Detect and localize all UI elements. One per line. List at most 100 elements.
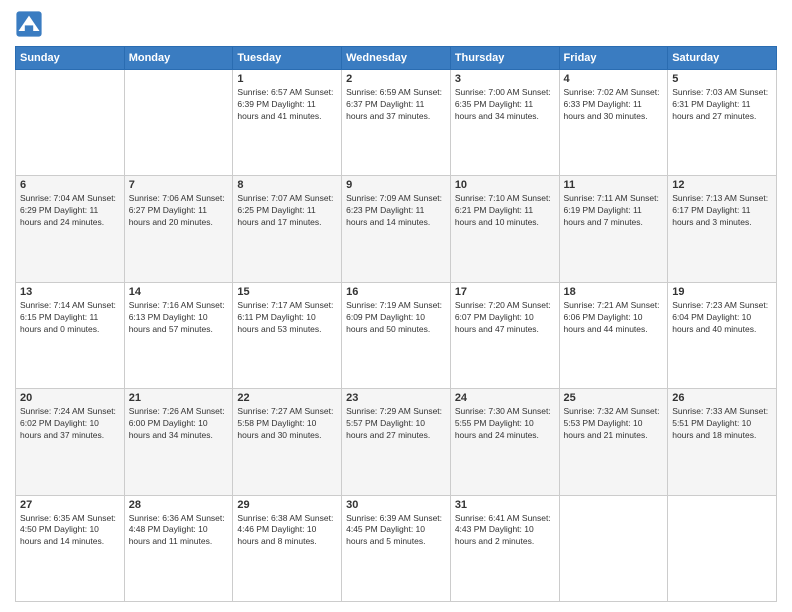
day-of-week-header: Thursday <box>450 47 559 70</box>
day-info: Sunrise: 6:36 AM Sunset: 4:48 PM Dayligh… <box>129 513 229 549</box>
day-number: 26 <box>672 392 772 404</box>
day-of-week-header: Tuesday <box>233 47 342 70</box>
calendar-cell: 12 Sunrise: 7:13 AM Sunset: 6:17 PM Dayli… <box>668 176 777 282</box>
day-number: 1 <box>237 73 337 85</box>
logo-icon <box>15 10 43 38</box>
calendar-cell: 13 Sunrise: 7:14 AM Sunset: 6:15 PM Dayli… <box>16 282 125 388</box>
day-number: 30 <box>346 499 446 511</box>
day-number: 29 <box>237 499 337 511</box>
day-info: Sunrise: 7:16 AM Sunset: 6:13 PM Dayligh… <box>129 300 229 336</box>
calendar-week-row: 6 Sunrise: 7:04 AM Sunset: 6:29 PM Daylig… <box>16 176 777 282</box>
calendar-header-row: SundayMondayTuesdayWednesdayThursdayFrid… <box>16 47 777 70</box>
calendar-week-row: 27 Sunrise: 6:35 AM Sunset: 4:50 PM Dayli… <box>16 495 777 601</box>
calendar-cell: 22 Sunrise: 7:27 AM Sunset: 5:58 PM Dayli… <box>233 389 342 495</box>
calendar-cell <box>124 70 233 176</box>
day-info: Sunrise: 7:04 AM Sunset: 6:29 PM Dayligh… <box>20 193 120 229</box>
day-info: Sunrise: 7:17 AM Sunset: 6:11 PM Dayligh… <box>237 300 337 336</box>
calendar-cell: 27 Sunrise: 6:35 AM Sunset: 4:50 PM Dayli… <box>16 495 125 601</box>
day-of-week-header: Saturday <box>668 47 777 70</box>
day-number: 10 <box>455 179 555 191</box>
day-info: Sunrise: 7:30 AM Sunset: 5:55 PM Dayligh… <box>455 406 555 442</box>
calendar-cell <box>16 70 125 176</box>
calendar-week-row: 13 Sunrise: 7:14 AM Sunset: 6:15 PM Dayli… <box>16 282 777 388</box>
calendar-cell: 9 Sunrise: 7:09 AM Sunset: 6:23 PM Daylig… <box>342 176 451 282</box>
day-info: Sunrise: 6:57 AM Sunset: 6:39 PM Dayligh… <box>237 87 337 123</box>
calendar: SundayMondayTuesdayWednesdayThursdayFrid… <box>15 46 777 602</box>
day-info: Sunrise: 7:21 AM Sunset: 6:06 PM Dayligh… <box>564 300 664 336</box>
day-number: 12 <box>672 179 772 191</box>
day-number: 23 <box>346 392 446 404</box>
calendar-cell: 4Sunrise: 7:02 AM Sunset: 6:33 PM Daylig… <box>559 70 668 176</box>
page: SundayMondayTuesdayWednesdayThursdayFrid… <box>0 0 792 612</box>
calendar-cell <box>668 495 777 601</box>
day-number: 11 <box>564 179 664 191</box>
day-info: Sunrise: 7:03 AM Sunset: 6:31 PM Dayligh… <box>672 87 772 123</box>
calendar-cell: 30 Sunrise: 6:39 AM Sunset: 4:45 PM Dayli… <box>342 495 451 601</box>
day-number: 24 <box>455 392 555 404</box>
calendar-cell: 8 Sunrise: 7:07 AM Sunset: 6:25 PM Daylig… <box>233 176 342 282</box>
calendar-week-row: 20 Sunrise: 7:24 AM Sunset: 6:02 PM Dayli… <box>16 389 777 495</box>
calendar-cell: 31Sunrise: 6:41 AM Sunset: 4:43 PM Dayli… <box>450 495 559 601</box>
day-number: 2 <box>346 73 446 85</box>
day-number: 22 <box>237 392 337 404</box>
calendar-cell: 29 Sunrise: 6:38 AM Sunset: 4:46 PM Dayli… <box>233 495 342 601</box>
day-info: Sunrise: 7:09 AM Sunset: 6:23 PM Dayligh… <box>346 193 446 229</box>
calendar-cell: 25Sunrise: 7:32 AM Sunset: 5:53 PM Dayli… <box>559 389 668 495</box>
day-info: Sunrise: 7:06 AM Sunset: 6:27 PM Dayligh… <box>129 193 229 229</box>
day-info: Sunrise: 6:59 AM Sunset: 6:37 PM Dayligh… <box>346 87 446 123</box>
day-info: Sunrise: 7:11 AM Sunset: 6:19 PM Dayligh… <box>564 193 664 229</box>
calendar-cell: 23Sunrise: 7:29 AM Sunset: 5:57 PM Dayli… <box>342 389 451 495</box>
calendar-cell: 26Sunrise: 7:33 AM Sunset: 5:51 PM Dayli… <box>668 389 777 495</box>
calendar-cell <box>559 495 668 601</box>
calendar-cell: 20 Sunrise: 7:24 AM Sunset: 6:02 PM Dayli… <box>16 389 125 495</box>
day-number: 4 <box>564 73 664 85</box>
calendar-cell: 7 Sunrise: 7:06 AM Sunset: 6:27 PM Daylig… <box>124 176 233 282</box>
day-info: Sunrise: 6:38 AM Sunset: 4:46 PM Dayligh… <box>237 513 337 549</box>
day-number: 20 <box>20 392 120 404</box>
day-number: 3 <box>455 73 555 85</box>
calendar-cell: 15 Sunrise: 7:17 AM Sunset: 6:11 PM Dayli… <box>233 282 342 388</box>
calendar-cell: 1 Sunrise: 6:57 AM Sunset: 6:39 PM Daylig… <box>233 70 342 176</box>
day-info: Sunrise: 7:24 AM Sunset: 6:02 PM Dayligh… <box>20 406 120 442</box>
day-info: Sunrise: 6:39 AM Sunset: 4:45 PM Dayligh… <box>346 513 446 549</box>
day-number: 14 <box>129 286 229 298</box>
calendar-cell: 21Sunrise: 7:26 AM Sunset: 6:00 PM Dayli… <box>124 389 233 495</box>
day-of-week-header: Friday <box>559 47 668 70</box>
calendar-cell: 28 Sunrise: 6:36 AM Sunset: 4:48 PM Dayli… <box>124 495 233 601</box>
calendar-week-row: 1 Sunrise: 6:57 AM Sunset: 6:39 PM Daylig… <box>16 70 777 176</box>
day-number: 9 <box>346 179 446 191</box>
day-info: Sunrise: 7:07 AM Sunset: 6:25 PM Dayligh… <box>237 193 337 229</box>
day-number: 7 <box>129 179 229 191</box>
day-number: 31 <box>455 499 555 511</box>
day-number: 13 <box>20 286 120 298</box>
day-info: Sunrise: 7:20 AM Sunset: 6:07 PM Dayligh… <box>455 300 555 336</box>
calendar-cell: 5 Sunrise: 7:03 AM Sunset: 6:31 PM Daylig… <box>668 70 777 176</box>
calendar-cell: 19 Sunrise: 7:23 AM Sunset: 6:04 PM Dayli… <box>668 282 777 388</box>
day-info: Sunrise: 7:13 AM Sunset: 6:17 PM Dayligh… <box>672 193 772 229</box>
calendar-cell: 11 Sunrise: 7:11 AM Sunset: 6:19 PM Dayli… <box>559 176 668 282</box>
day-number: 5 <box>672 73 772 85</box>
day-info: Sunrise: 7:19 AM Sunset: 6:09 PM Dayligh… <box>346 300 446 336</box>
day-info: Sunrise: 7:27 AM Sunset: 5:58 PM Dayligh… <box>237 406 337 442</box>
day-number: 6 <box>20 179 120 191</box>
day-info: Sunrise: 6:35 AM Sunset: 4:50 PM Dayligh… <box>20 513 120 549</box>
day-number: 21 <box>129 392 229 404</box>
day-number: 18 <box>564 286 664 298</box>
day-info: Sunrise: 7:23 AM Sunset: 6:04 PM Dayligh… <box>672 300 772 336</box>
calendar-cell: 18 Sunrise: 7:21 AM Sunset: 6:06 PM Dayli… <box>559 282 668 388</box>
header <box>15 10 777 38</box>
calendar-cell: 2 Sunrise: 6:59 AM Sunset: 6:37 PM Daylig… <box>342 70 451 176</box>
day-info: Sunrise: 7:14 AM Sunset: 6:15 PM Dayligh… <box>20 300 120 336</box>
day-number: 15 <box>237 286 337 298</box>
day-of-week-header: Monday <box>124 47 233 70</box>
day-number: 19 <box>672 286 772 298</box>
calendar-cell: 17Sunrise: 7:20 AM Sunset: 6:07 PM Dayli… <box>450 282 559 388</box>
day-of-week-header: Sunday <box>16 47 125 70</box>
calendar-cell: 16 Sunrise: 7:19 AM Sunset: 6:09 PM Dayli… <box>342 282 451 388</box>
day-number: 8 <box>237 179 337 191</box>
day-number: 16 <box>346 286 446 298</box>
calendar-cell: 24 Sunrise: 7:30 AM Sunset: 5:55 PM Dayli… <box>450 389 559 495</box>
day-number: 28 <box>129 499 229 511</box>
calendar-cell: 10Sunrise: 7:10 AM Sunset: 6:21 PM Dayli… <box>450 176 559 282</box>
day-number: 27 <box>20 499 120 511</box>
